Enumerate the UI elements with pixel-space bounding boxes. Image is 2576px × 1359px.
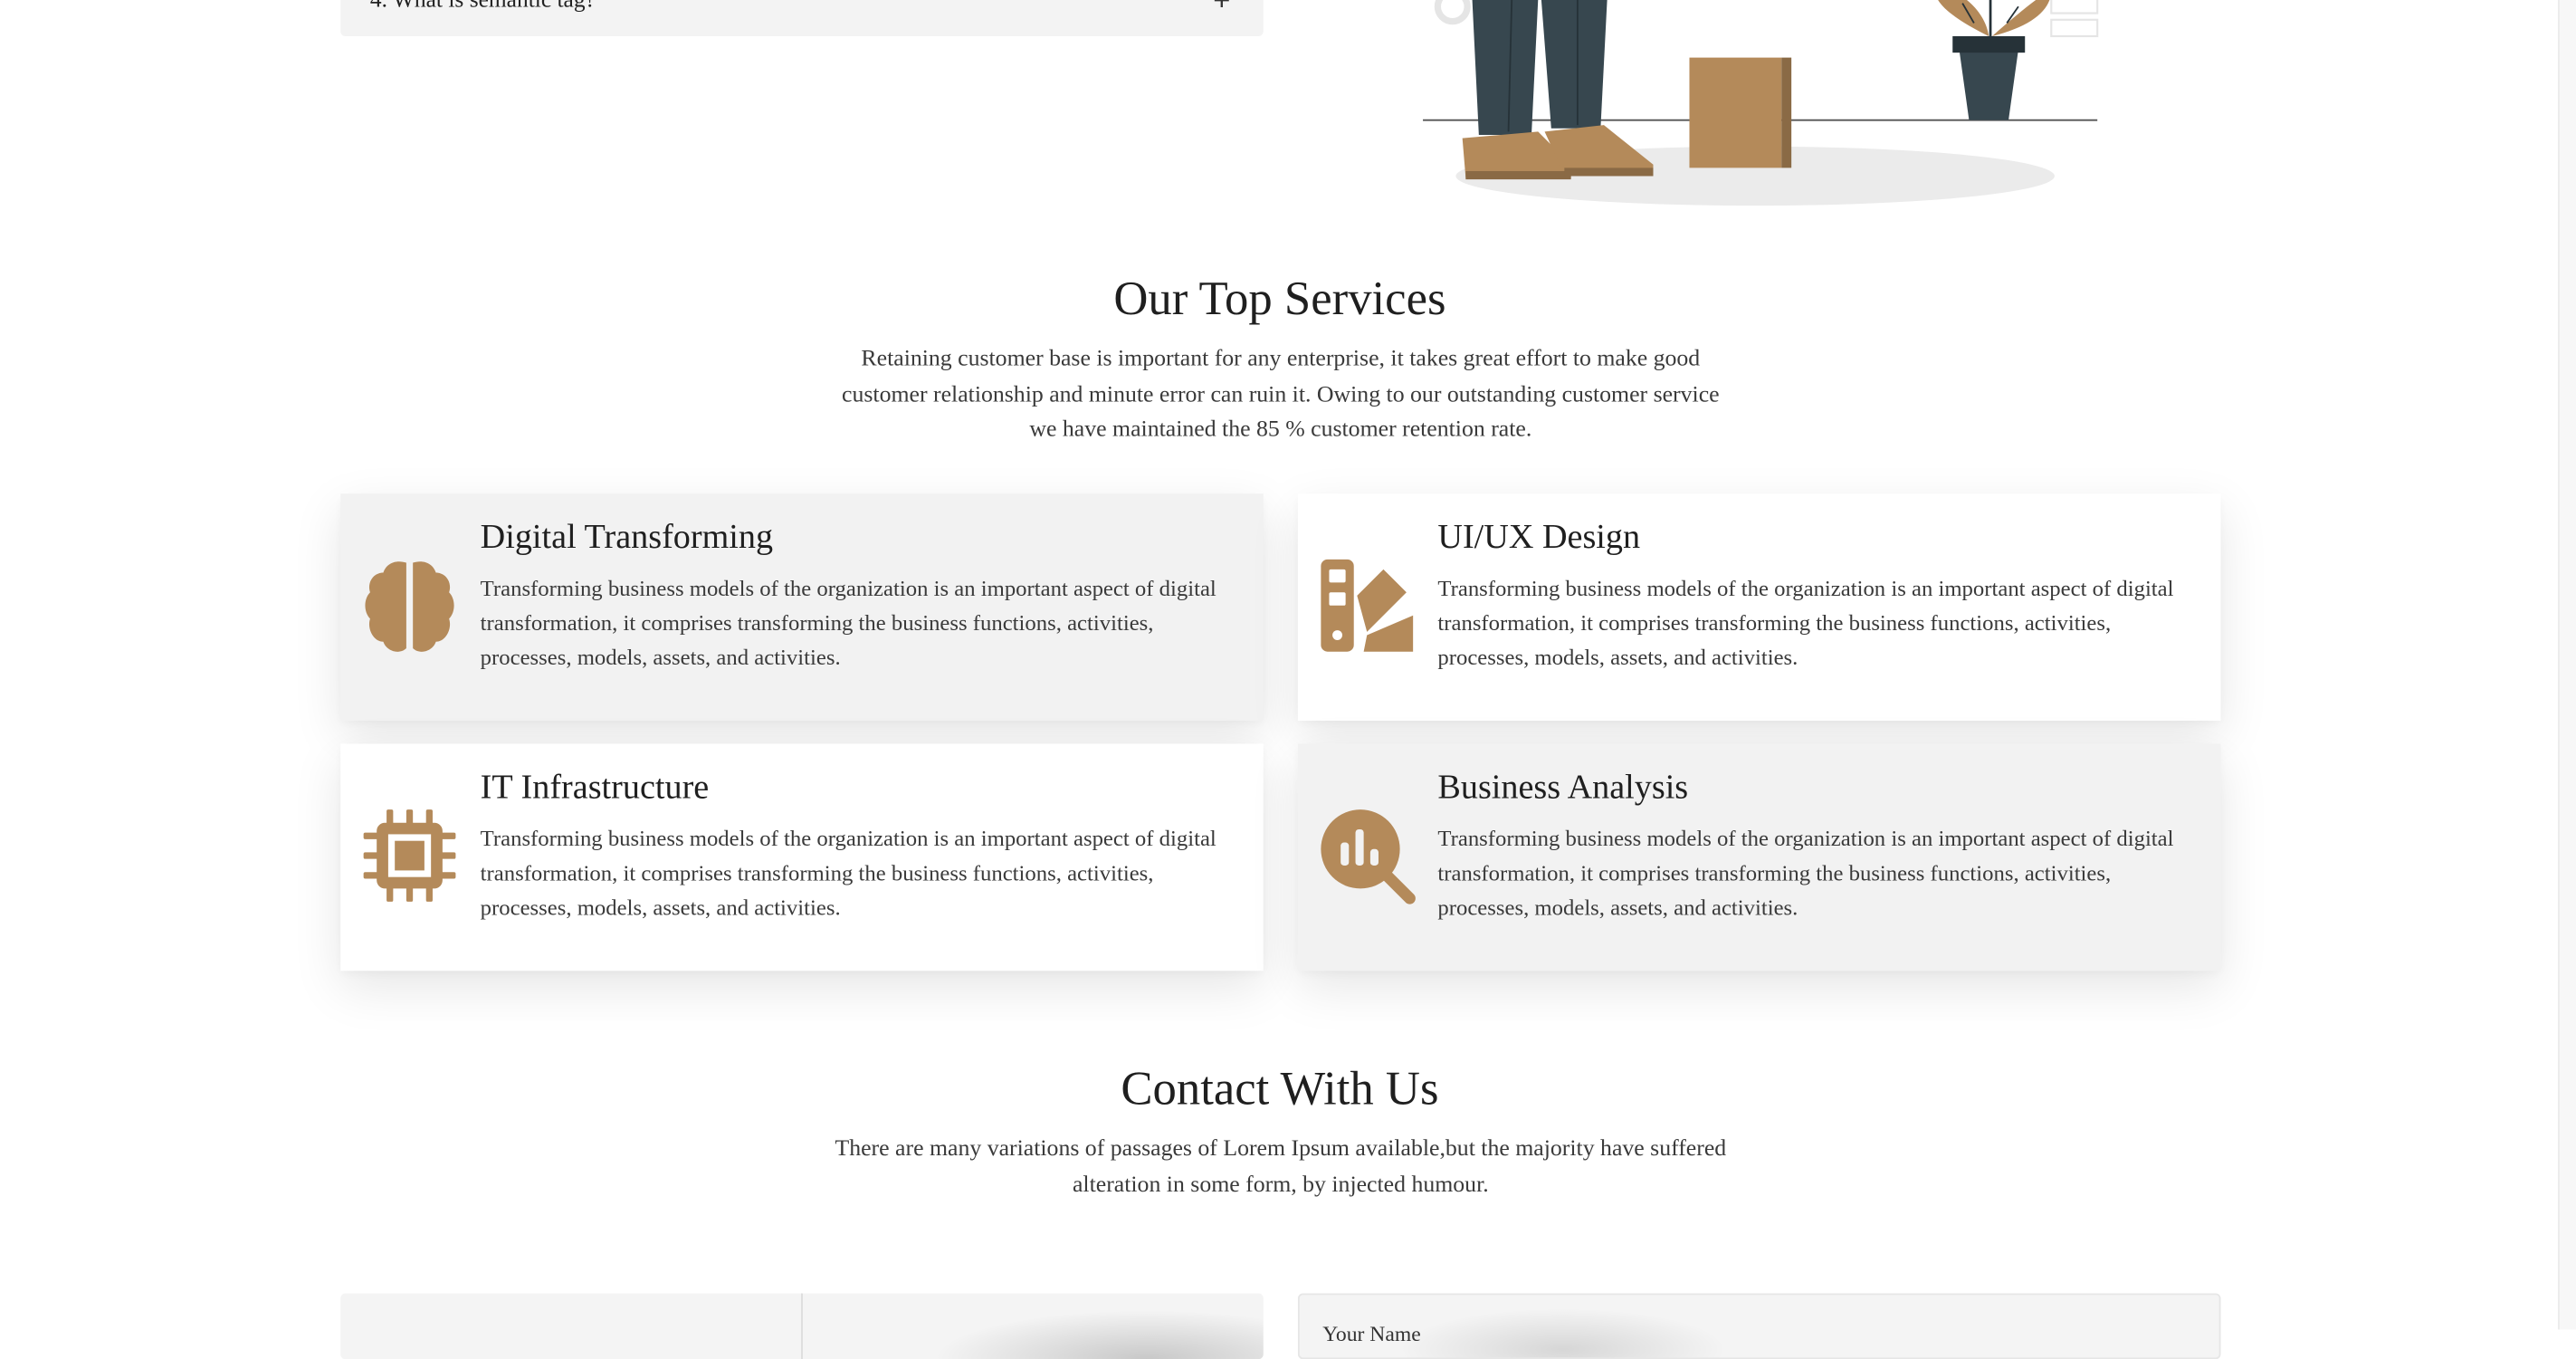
panel-shadow: [932, 1309, 1264, 1359]
contact-description: There are many variations of passages of…: [835, 1135, 1727, 1198]
services-description: Retaining customer base is important for…: [842, 345, 1720, 443]
service-card-digital-transforming[interactable]: Digital Transforming Transforming busine…: [340, 493, 1264, 722]
plus-icon[interactable]: +: [1213, 0, 1230, 18]
panel-divider: [801, 1293, 803, 1359]
service-card-text: Transforming business models of the orga…: [480, 576, 1216, 671]
service-card-text: Transforming business models of the orga…: [1437, 826, 2174, 921]
brain-icon: [365, 561, 454, 652]
page-canvas: 4. What is semantic tag? + Our Top Servi…: [0, 0, 2576, 1359]
service-card-title: Business Analysis: [1437, 766, 1689, 807]
panel-shadow: [1398, 1307, 1728, 1358]
microchip-icon: [363, 809, 456, 902]
service-card-business-analysis[interactable]: Business Analysis Transforming business …: [1297, 743, 2221, 971]
page-scrollbar[interactable]: [2558, 0, 2576, 1330]
contact-title: Contact With Us: [1121, 1063, 1439, 1116]
magnifying-chart-icon: [1321, 809, 1416, 904]
service-card-title: IT Infrastructure: [480, 766, 710, 807]
person-with-box-illustration: [1423, 0, 2099, 206]
contact-form-panel: Your Name: [1297, 1293, 2221, 1359]
service-card-text: Transforming business models of the orga…: [480, 826, 1216, 921]
faq-item[interactable]: 4. What is semantic tag? +: [340, 0, 1264, 36]
service-card-ui-ux-design[interactable]: UI/UX Design Transforming business model…: [1297, 493, 2221, 722]
service-card-it-infrastructure[interactable]: IT Infrastructure Transforming business …: [340, 743, 1264, 971]
contact-info-panel: [340, 1293, 1264, 1359]
services-title: Our Top Services: [1113, 273, 1446, 326]
service-card-title: UI/UX Design: [1437, 516, 1641, 557]
name-field-label: Your Name: [1322, 1321, 1421, 1346]
swatchbook-icon: [1321, 559, 1414, 652]
service-card-text: Transforming business models of the orga…: [1437, 576, 2174, 671]
faq-question: 4. What is semantic tag?: [369, 0, 596, 14]
service-card-title: Digital Transforming: [480, 516, 774, 557]
